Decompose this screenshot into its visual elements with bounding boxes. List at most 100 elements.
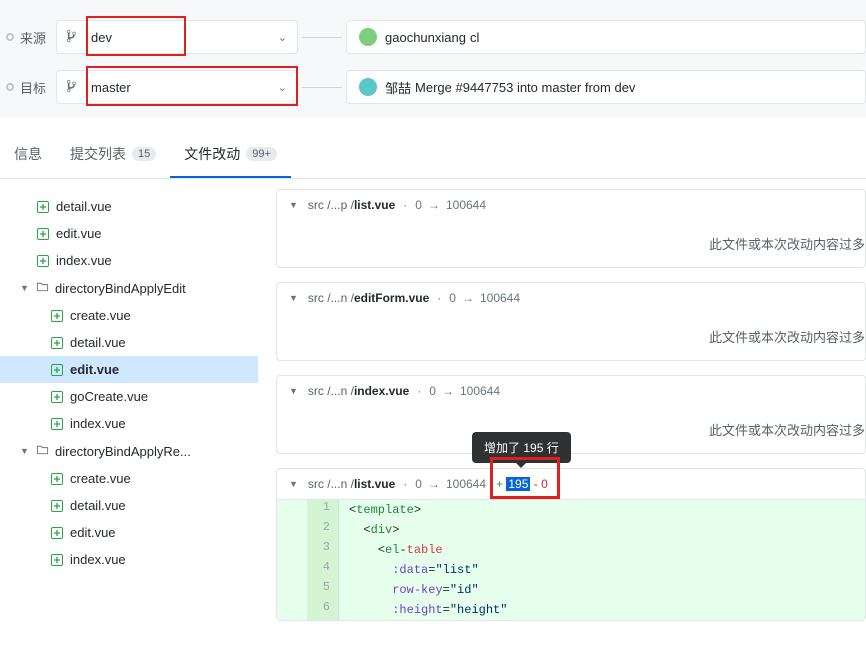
file-diff-block: ▼ src / ...n / index.vue · 0 → 100644 此文…	[276, 375, 866, 454]
file-name: edit.vue	[70, 362, 119, 377]
tree-file[interactable]: detail.vue	[0, 329, 258, 356]
file-too-large-message: 此文件或本次改动内容过多	[277, 313, 865, 360]
tree-file[interactable]: edit.vue	[0, 220, 258, 247]
file-name: edit.vue	[70, 525, 116, 540]
line-content: :data="list"	[339, 560, 865, 580]
avatar	[359, 28, 377, 46]
source-branch-row: 来源 dev ⌄ gaochunxiang cl	[0, 20, 866, 54]
target-commit-info[interactable]: 邹喆 Merge #9447753 into master from dev	[346, 70, 866, 104]
file-name: create.vue	[70, 308, 131, 323]
source-commit-info[interactable]: gaochunxiang cl	[346, 20, 866, 54]
code-line: 3 <el-table	[277, 540, 865, 560]
file-diff-block: ▼ src / ...p / list.vue · 0 → 100644 此文件…	[276, 189, 866, 268]
tab-info[interactable]: 信息	[0, 134, 56, 178]
tree-file[interactable]: edit.vue	[0, 519, 258, 546]
file-too-large-message: 此文件或本次改动内容过多	[277, 406, 865, 453]
timeline-dot-icon	[6, 83, 14, 91]
diff-stats: 增加了 195 行 + 195 - 0	[496, 477, 548, 491]
tab-commits-badge: 15	[132, 147, 156, 161]
tree-file[interactable]: detail.vue	[0, 492, 258, 519]
source-branch-select[interactable]: dev ⌄	[56, 20, 298, 54]
file-added-icon	[50, 391, 64, 403]
commit-message: Merge #9447753 into master from dev	[415, 80, 635, 95]
target-branch-row: 目标 master ⌄ 邹喆 Merge #9447753 into maste…	[0, 70, 866, 104]
tree-file[interactable]: edit.vue	[0, 356, 258, 383]
collapse-icon: ▼	[289, 386, 298, 396]
tree-file[interactable]: index.vue	[0, 546, 258, 573]
tabs: 信息 提交列表 15 文件改动 99+	[0, 134, 866, 179]
folder-name: directoryBindApplyRe...	[55, 444, 191, 459]
tree-folder[interactable]: ▼ directoryBindApplyEdit	[0, 274, 258, 302]
collapse-icon: ▼	[289, 293, 298, 303]
folder-name: directoryBindApplyEdit	[55, 281, 186, 296]
file-name: detail.vue	[56, 199, 112, 214]
folder-icon	[36, 280, 49, 296]
connector-line	[302, 87, 342, 88]
file-added-icon	[50, 337, 64, 349]
code-line: 5 row-key="id"	[277, 580, 865, 600]
file-diff-header[interactable]: ▼ src / ...n / list.vue · 0 → 100644 增加了…	[277, 469, 865, 500]
file-added-icon	[36, 201, 50, 213]
lines-removed: 0	[541, 477, 548, 491]
tooltip: 增加了 195 行	[472, 432, 571, 463]
tab-changes-badge: 99+	[246, 147, 277, 161]
line-content: <div>	[339, 520, 865, 540]
tree-folder[interactable]: ▼ directoryBindApplyRe...	[0, 437, 258, 465]
tree-file[interactable]: create.vue	[0, 465, 258, 492]
chevron-down-icon: ⌄	[278, 81, 287, 94]
file-name: goCreate.vue	[70, 389, 148, 404]
code-line: 6 :height="height"	[277, 600, 865, 620]
folder-icon	[36, 443, 49, 459]
code-line: 1<template>	[277, 500, 865, 520]
file-name: edit.vue	[56, 226, 102, 241]
line-content: <template>	[339, 500, 865, 520]
chevron-down-icon: ⌄	[278, 31, 287, 44]
file-diff-block: ▼ src / ...n / list.vue · 0 → 100644 增加了…	[276, 468, 866, 621]
avatar	[359, 78, 377, 96]
collapse-icon: ▼	[289, 200, 298, 210]
tab-changes[interactable]: 文件改动 99+	[170, 134, 291, 178]
target-label: 目标	[20, 78, 46, 97]
branch-icon	[67, 29, 81, 46]
tree-file[interactable]: index.vue	[0, 410, 258, 437]
expand-icon: ▼	[20, 446, 32, 456]
commit-author: gaochunxiang	[385, 30, 466, 45]
line-content: <el-table	[339, 540, 865, 560]
tree-file[interactable]: detail.vue	[0, 193, 258, 220]
line-number: 6	[307, 600, 339, 620]
target-branch-select[interactable]: master ⌄	[56, 70, 298, 104]
line-content: :height="height"	[339, 600, 865, 620]
tree-file[interactable]: index.vue	[0, 247, 258, 274]
code-line: 2 <div>	[277, 520, 865, 540]
code-diff: 1<template>2 <div>3 <el-table4 :data="li…	[277, 500, 865, 620]
file-added-icon	[50, 500, 64, 512]
branch-icon	[67, 79, 81, 96]
line-number: 3	[307, 540, 339, 560]
line-number: 4	[307, 560, 339, 580]
file-diff-header[interactable]: ▼ src / ...n / index.vue · 0 → 100644	[277, 376, 865, 406]
line-number: 2	[307, 520, 339, 540]
file-diff-block: ▼ src / ...n / editForm.vue · 0 → 100644…	[276, 282, 866, 361]
file-added-icon	[50, 473, 64, 485]
collapse-icon: ▼	[289, 479, 298, 489]
line-content: row-key="id"	[339, 580, 865, 600]
file-added-icon	[50, 527, 64, 539]
file-added-icon	[36, 228, 50, 240]
file-diff-header[interactable]: ▼ src / ...n / editForm.vue · 0 → 100644	[277, 283, 865, 313]
source-label: 来源	[20, 28, 46, 47]
file-added-icon	[50, 554, 64, 566]
file-name: detail.vue	[70, 498, 126, 513]
commit-author: 邹喆	[385, 78, 411, 97]
tree-file[interactable]: goCreate.vue	[0, 383, 258, 410]
file-name: index.vue	[70, 416, 126, 431]
expand-icon: ▼	[20, 283, 32, 293]
tab-commits[interactable]: 提交列表 15	[56, 134, 170, 178]
timeline-dot-icon	[6, 33, 14, 41]
tree-file[interactable]: create.vue	[0, 302, 258, 329]
line-number: 1	[307, 500, 339, 520]
file-diff-header[interactable]: ▼ src / ...p / list.vue · 0 → 100644	[277, 190, 865, 220]
code-line: 4 :data="list"	[277, 560, 865, 580]
file-added-icon	[50, 310, 64, 322]
target-branch-name: master	[91, 80, 278, 95]
lines-added: 195	[506, 477, 530, 491]
